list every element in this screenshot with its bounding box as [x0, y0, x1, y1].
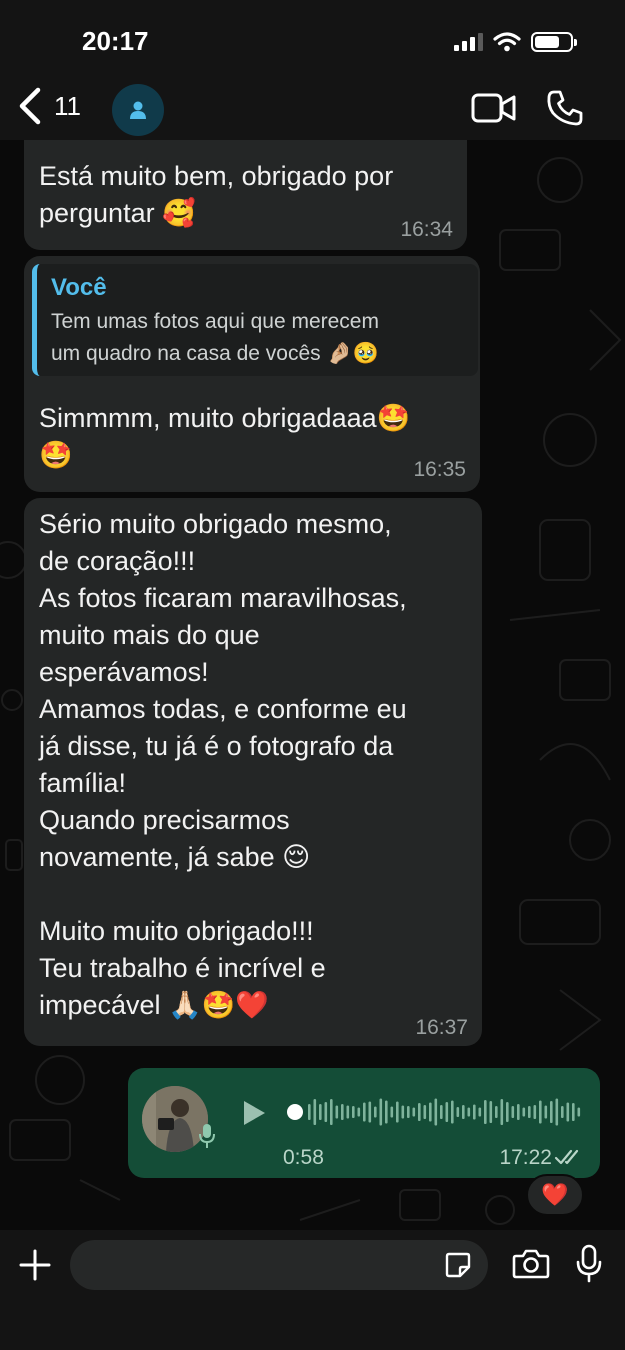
- waveform-bar: [434, 1098, 438, 1126]
- waveform-bar: [346, 1105, 350, 1119]
- chat-header: 11: [0, 80, 625, 140]
- microphone-small-icon: [199, 1124, 215, 1148]
- status-time: 20:17: [82, 26, 149, 56]
- waveform-bar: [478, 1107, 482, 1117]
- waveform-bar: [544, 1105, 548, 1119]
- status-icons: [454, 32, 577, 52]
- message-input[interactable]: [70, 1240, 488, 1290]
- back-button[interactable]: 11: [16, 86, 81, 126]
- waveform-bar: [500, 1099, 504, 1125]
- quoted-author: Você: [51, 274, 107, 301]
- message-text: Simmmm, muito obrigadaaa🤩 🤩: [39, 403, 411, 470]
- waveform-bar: [407, 1106, 410, 1118]
- waveform-bar: [363, 1102, 366, 1122]
- microphone-icon[interactable]: [576, 1244, 602, 1284]
- header-actions: [471, 88, 585, 128]
- message-incoming[interactable]: Está muito bem, obrigado por perguntar 🥰…: [24, 140, 467, 250]
- waveform-bar: [522, 1107, 526, 1117]
- read-receipt-icon: [554, 1149, 579, 1165]
- waveform-bar: [506, 1102, 509, 1122]
- quoted-message[interactable]: Você Tem umas fotos aqui que merecem um …: [32, 264, 478, 376]
- message-reaction[interactable]: ❤️: [526, 1174, 584, 1216]
- voice-message-outgoing[interactable]: 0:58 17:22: [128, 1068, 600, 1178]
- voice-call-icon[interactable]: [545, 88, 585, 128]
- chevron-left-icon: [19, 87, 41, 125]
- waveform-bar: [429, 1102, 432, 1122]
- waveform-bar: [390, 1106, 394, 1118]
- waveform-bar: [357, 1107, 361, 1117]
- waveform-bar: [330, 1099, 333, 1125]
- message-timestamp: 16:34: [400, 218, 453, 241]
- message-timestamp: 16:37: [415, 1016, 468, 1039]
- message-field-wrapper: [70, 1240, 488, 1290]
- waveform-bar: [440, 1105, 443, 1119]
- waveform-bar: [352, 1106, 355, 1118]
- contact-avatar[interactable]: [112, 84, 164, 136]
- message-text: Está muito bem, obrigado por perguntar 🥰: [39, 161, 394, 228]
- message-timestamp: 16:35: [413, 458, 466, 481]
- waveform-bar: [418, 1103, 421, 1121]
- waveform-bar: [368, 1101, 372, 1123]
- waveform-bar: [533, 1105, 537, 1119]
- waveform-bar: [511, 1106, 515, 1118]
- waveform-bar: [572, 1103, 575, 1121]
- waveform-bar: [313, 1099, 317, 1125]
- waveform-bar: [412, 1107, 416, 1117]
- wifi-icon: [493, 32, 521, 52]
- waveform-bar: [324, 1102, 328, 1122]
- waveform-bar: [423, 1105, 427, 1119]
- waveform-bar: [341, 1104, 344, 1120]
- waveform-bar: [566, 1102, 570, 1122]
- waveform-bar: [495, 1106, 498, 1118]
- contact-avatar-icon: [130, 101, 146, 119]
- waveform-bar: [561, 1106, 564, 1118]
- video-call-icon[interactable]: [471, 92, 517, 124]
- voice-duration: 0:58: [283, 1146, 324, 1169]
- waveform-bar: [396, 1101, 399, 1123]
- waveform-bar: [577, 1107, 581, 1117]
- message-incoming[interactable]: Sério muito obrigado mesmo, de coração!!…: [24, 498, 482, 1046]
- play-icon[interactable]: [240, 1098, 268, 1128]
- waveform-bar: [379, 1098, 383, 1126]
- quoted-text: Tem umas fotos aqui que merecem um quadr…: [51, 310, 379, 365]
- waveform-bar: [308, 1104, 311, 1120]
- waveform-bar: [467, 1107, 471, 1117]
- sticker-icon[interactable]: [444, 1251, 472, 1279]
- cellular-signal-icon: [454, 33, 483, 51]
- unread-count: 11: [54, 90, 81, 121]
- waveform-bar: [451, 1100, 454, 1124]
- heart-reaction: ❤️: [541, 1182, 569, 1207]
- waveform-bar: [401, 1105, 405, 1119]
- audio-waveform[interactable]: [286, 1094, 586, 1130]
- waveform-bar: [528, 1106, 531, 1118]
- camera-icon[interactable]: [512, 1248, 550, 1280]
- waveform-bar: [473, 1104, 476, 1120]
- plus-icon[interactable]: [18, 1248, 52, 1282]
- waveform-bar: [456, 1107, 460, 1117]
- waveform-bar: [539, 1100, 542, 1124]
- status-bar: 20:17: [0, 0, 625, 80]
- waveform-bar: [374, 1106, 377, 1118]
- waveform-bar: [445, 1102, 449, 1122]
- message-timestamp: 17:22: [499, 1146, 552, 1169]
- message-incoming-reply[interactable]: Você Tem umas fotos aqui que merecem um …: [24, 256, 480, 492]
- waveform-bar: [550, 1101, 553, 1123]
- waveform-bar: [484, 1100, 487, 1124]
- composer-bar: [0, 1230, 625, 1350]
- waveform-bar: [462, 1105, 465, 1119]
- waveform-bar: [489, 1101, 493, 1123]
- waveform-bar: [555, 1098, 559, 1126]
- message-text: Sério muito obrigado mesmo, de coração!!…: [39, 509, 407, 1020]
- waveform-bar: [517, 1104, 520, 1120]
- chat-area[interactable]: Está muito bem, obrigado por perguntar 🥰…: [0, 140, 625, 1230]
- waveform-bar: [319, 1104, 322, 1120]
- battery-icon: [531, 32, 577, 52]
- waveform-bar: [385, 1100, 388, 1124]
- waveform-bar: [335, 1105, 339, 1119]
